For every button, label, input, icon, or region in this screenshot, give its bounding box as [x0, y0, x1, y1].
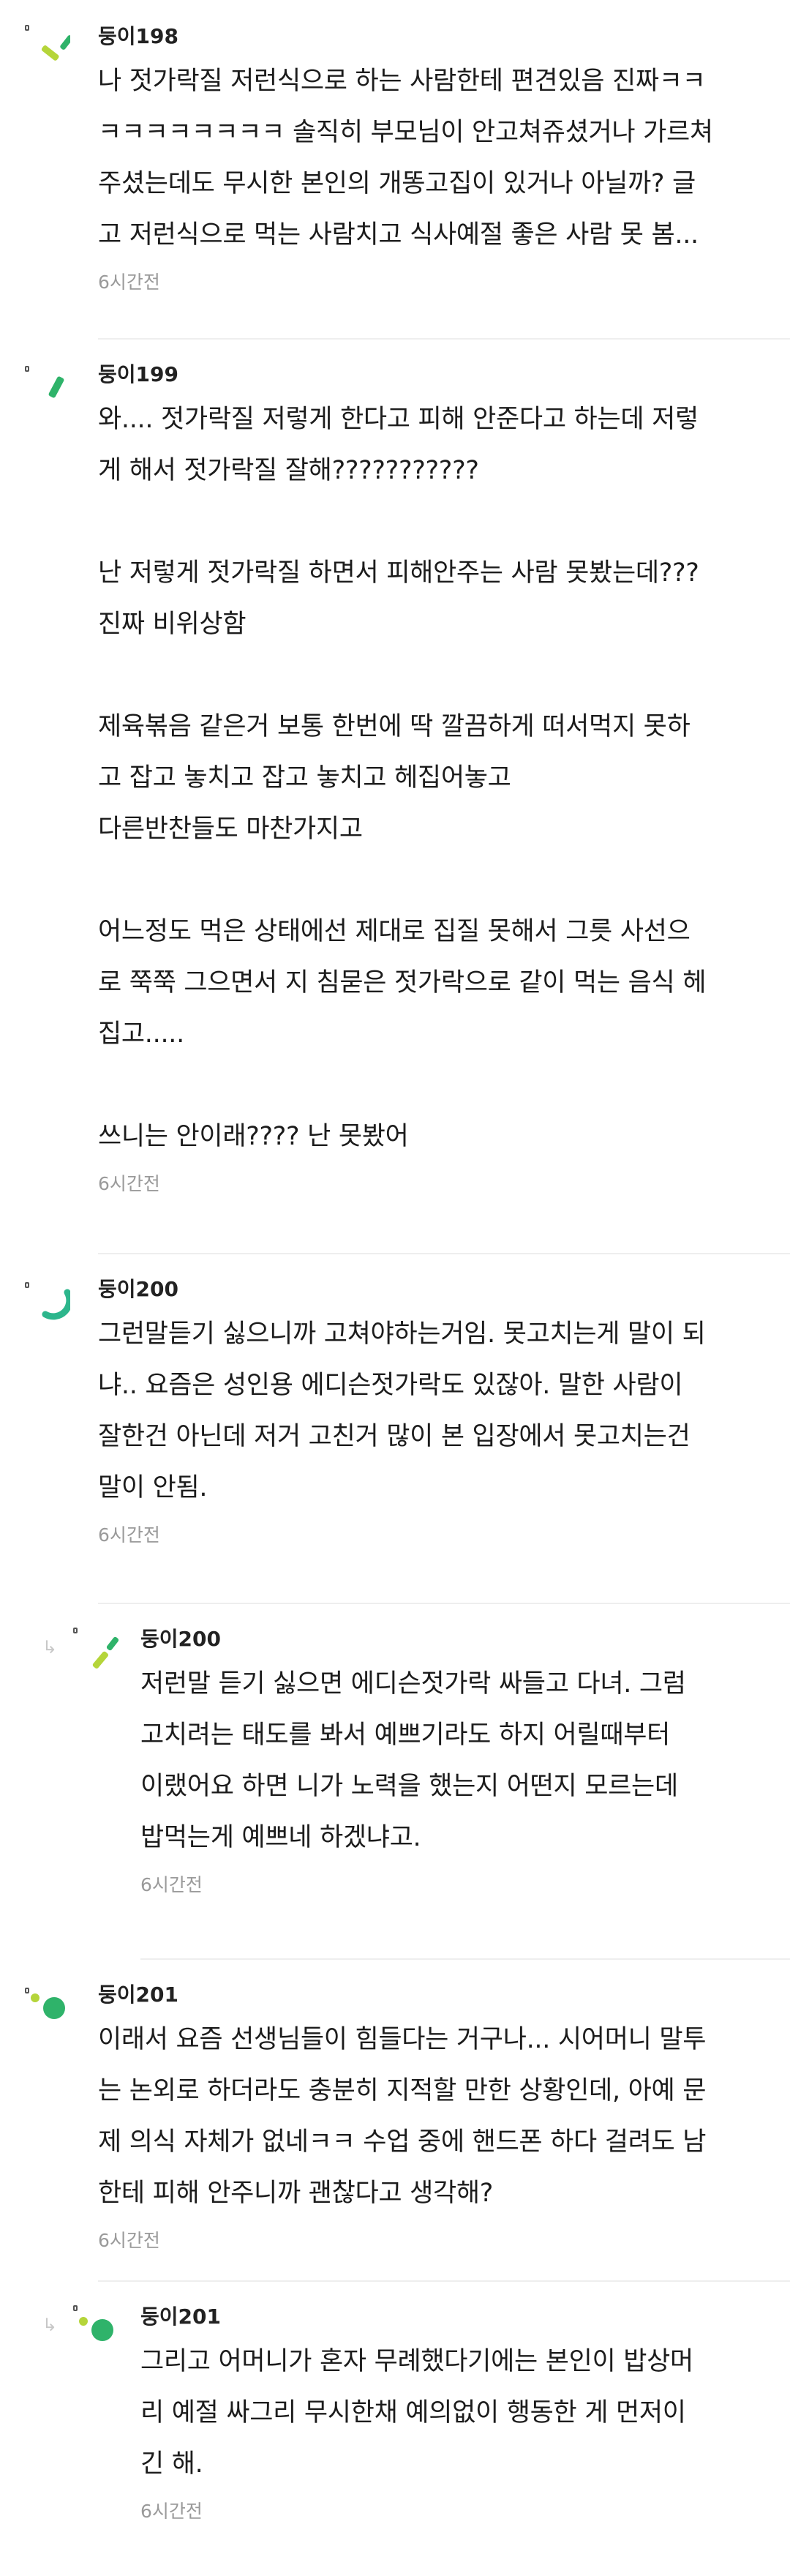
comment-item: 둥이200 그런말듣기 싫으니까 고쳐야하는거임. 못고치는게 말이 되냐.. … [0, 1253, 790, 1604]
comment-line: 고 저런식으로 먹는 사람치고 식사예절 좋은 사람 못 봄... [98, 220, 699, 250]
avatar[interactable] [73, 1628, 118, 1679]
comment-line: 밥먹는게 예쁘네 하겠냐고. [140, 1823, 421, 1852]
comment-line: 어느정도 먹은 상태에선 제대로 집질 못해서 그릇 사선으 [98, 917, 691, 946]
avatar-corner-icon [25, 25, 29, 31]
comment-line: 는 논외로 하더라도 충분히 지적할 만한 상황인데, 아예 문 [98, 2076, 707, 2105]
comment-text: 저런말 듣기 싫으면 에디슨젓가락 싸들고 다녀. 그럼고치려는 태도를 봐서 … [140, 1658, 761, 1863]
comment-line: 제 의식 자체가 없네ㅋㅋ 수업 중에 핸드폰 하다 걸려도 남 [98, 2127, 707, 2157]
comment-timestamp: 6시간전 [140, 2501, 203, 2522]
comment-line: 게 해서 젓가락질 잘해??????????? [98, 456, 479, 485]
avatar-icon [41, 35, 70, 61]
comment-author[interactable]: 둥이198 [98, 18, 761, 56]
comment-line: 고치려는 태도를 봐서 예쁘기라도 하지 어릴때부터 [140, 1721, 671, 1750]
reply-arrow-icon: ↳ [42, 2315, 58, 2335]
avatar[interactable] [25, 1988, 70, 2039]
comment-timestamp: 6시간전 [98, 1173, 160, 1194]
comment-line: 이랬어요 하면 니가 노력을 했는지 어떤지 모르는데 [140, 1772, 678, 1801]
comment-line: 그리고 어머니가 혼자 무례했다기에는 본인이 밥상머 [140, 2347, 693, 2376]
comment-timestamp: 6시간전 [98, 1524, 160, 1546]
avatar-corner-icon [25, 1988, 29, 1993]
comment-line: 말이 안됨. [98, 1473, 208, 1502]
reply-item: ↳ 둥이201 그리고 어머니가 혼자 무례했다기에는 본인이 밥상머리 예절 … [0, 2280, 790, 2576]
avatar-icon [31, 1993, 65, 2019]
comment-timestamp: 6시간전 [98, 272, 160, 293]
comment-line: 쓰니는 안이래???? 난 못봤어 [98, 1122, 409, 1151]
comment-line: 주셨는데도 무시한 본인의 개똥고집이 있거나 아닐까? 글 [98, 169, 696, 198]
avatar-corner-icon [25, 366, 29, 372]
comment-line: 저런말 듣기 싫으면 에디슨젓가락 싸들고 다녀. 그럼 [140, 1669, 686, 1699]
comment-item: 둥이201 이래서 요즘 선생님들이 힘들다는 거구나... 시어머니 말투는 … [0, 1958, 790, 2282]
comment-line: 진짜 비위상함 [98, 610, 247, 639]
comment-text: 그런말듣기 싫으니까 고쳐야하는거임. 못고치는게 말이 되냐.. 요즘은 성인… [98, 1308, 761, 1513]
comment-item: 둥이199 와.... 젓가락질 저렇게 한다고 피해 안준다고 하는데 저렇게… [0, 338, 790, 1254]
comment-line: 집고..... [98, 1019, 184, 1049]
comment-line: 로 쭉쭉 그으면서 지 침묻은 젓가락으로 같이 먹는 음식 헤 [98, 968, 707, 997]
avatar-corner-icon [25, 1282, 29, 1288]
comment-line: 냐.. 요즘은 성인용 에디슨젓가락도 있잖아. 말한 사람이 [98, 1371, 683, 1400]
comment-item: 둥이198 나 젓가락질 저런식으로 하는 사람한테 편견있음 진짜ㅋㅋ ㅋㅋㅋㅋ… [0, 0, 790, 340]
comment-line: 나 젓가락질 저런식으로 하는 사람한테 편견있음 진짜ㅋㅋ [98, 67, 706, 96]
comment-line [98, 1060, 761, 1111]
comment-text: 나 젓가락질 저런식으로 하는 사람한테 편견있음 진짜ㅋㅋ ㅋㅋㅋㅋㅋㅋㅋㅋ 솔… [98, 56, 761, 261]
comment-line: 난 저렇게 젓가락질 하면서 피해안주는 사람 못봤는데??? [98, 558, 699, 588]
comment-line: 잘한건 아닌데 저거 고친거 많이 본 입장에서 못고치는건 [98, 1422, 691, 1451]
avatar-icon [92, 1636, 118, 1669]
comment-line: 긴 해. [140, 2449, 203, 2479]
comment-line: 와.... 젓가락질 저렇게 한다고 피해 안준다고 하는데 저렇 [98, 405, 699, 434]
comment-line [98, 650, 761, 701]
avatar[interactable] [25, 366, 70, 417]
avatar[interactable] [25, 25, 70, 76]
comment-line: 다른반찬들도 마찬가지고 [98, 815, 363, 844]
comment-author[interactable]: 둥이200 [98, 1270, 761, 1308]
comment-author[interactable]: 둥이201 [98, 1976, 761, 2014]
comment-line: ㅋㅋㅋㅋㅋㅋㅋㅋ 솔직히 부모님이 안고쳐쥬셨거나 가르쳐 [98, 118, 713, 147]
avatar-icon [42, 1289, 70, 1320]
comment-author[interactable]: 둥이199 [98, 356, 761, 394]
reply-arrow-icon: ↳ [42, 1637, 58, 1658]
avatar-corner-icon [73, 2305, 78, 2311]
comment-line: 리 예절 싸그리 무시한채 예의없이 행동한 게 먼저이 [140, 2398, 686, 2427]
comment-timestamp: 6시간전 [140, 1874, 203, 1895]
comment-list: 둥이198 나 젓가락질 저런식으로 하는 사람한테 편견있음 진짜ㅋㅋ ㅋㅋㅋㅋ… [0, 0, 790, 2576]
comment-line: 그런말듣기 싫으니까 고쳐야하는거임. 못고치는게 말이 되 [98, 1319, 706, 1349]
avatar-icon [79, 2317, 113, 2341]
avatar[interactable] [25, 1282, 70, 1333]
comment-line: 제육볶음 같은거 보통 한번에 딱 깔끔하게 떠서먹지 못하 [98, 712, 691, 741]
avatar-icon [48, 376, 64, 398]
comment-line [98, 496, 761, 547]
avatar-corner-icon [73, 1628, 78, 1633]
reply-item: ↳ 둥이200 저런말 듣기 싫으면 에디슨젓가락 싸들고 다녀. 그럼고치려는… [0, 1603, 790, 1960]
comment-author[interactable]: 둥이201 [140, 2298, 761, 2336]
comment-text: 이래서 요즘 선생님들이 힘들다는 거구나... 시어머니 말투는 논외로 하더… [98, 2014, 761, 2219]
comment-line [98, 855, 761, 906]
comment-line: 고 잡고 놓치고 잡고 놓치고 헤집어놓고 [98, 763, 511, 793]
comment-text: 와.... 젓가락질 저렇게 한다고 피해 안준다고 하는데 저렇게 해서 젓가… [98, 394, 761, 1162]
avatar[interactable] [73, 2305, 118, 2356]
comment-author[interactable]: 둥이200 [140, 1620, 761, 1658]
comment-line: 한테 피해 안주니까 괜찮다고 생각해? [98, 2179, 494, 2208]
comment-text: 그리고 어머니가 혼자 무례했다기에는 본인이 밥상머리 예절 싸그리 무시한채… [140, 2336, 761, 2490]
comment-line: 이래서 요즘 선생님들이 힘들다는 거구나... 시어머니 말투 [98, 2025, 707, 2054]
comment-timestamp: 6시간전 [98, 2230, 160, 2251]
